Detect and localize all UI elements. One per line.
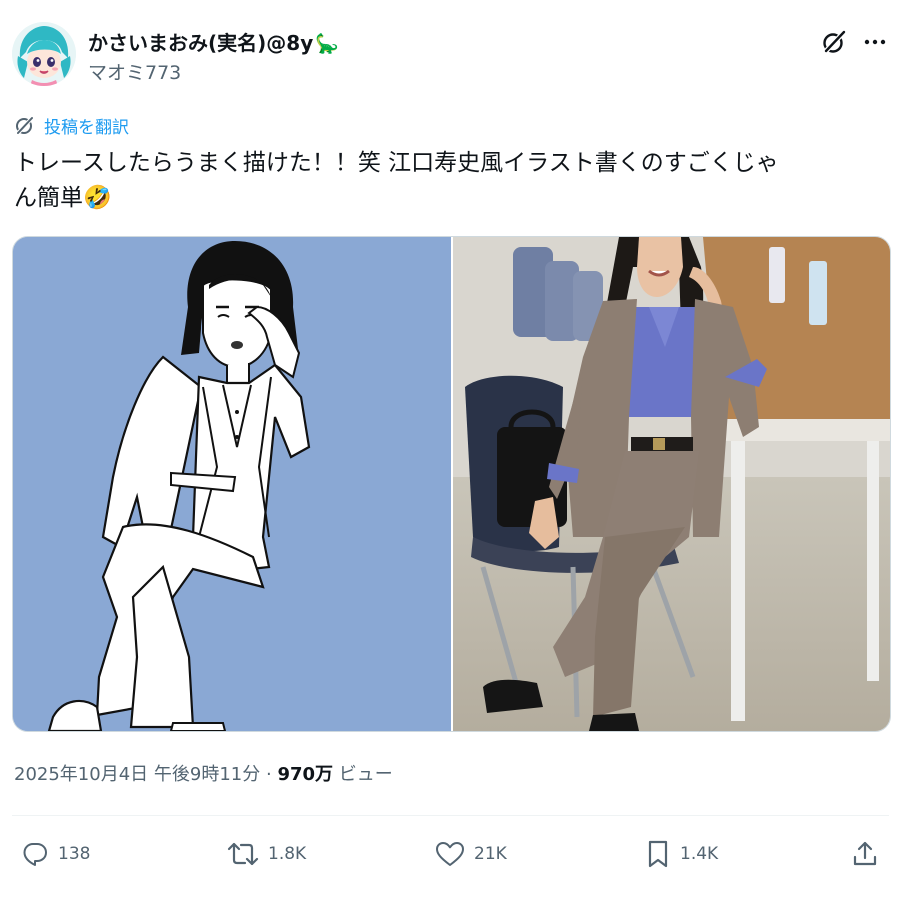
tweet-header: かさいまおみ(実名)@8y 🦕 マオミ773	[12, 22, 888, 88]
share-icon	[853, 841, 877, 866]
reply-button[interactable]: 138	[20, 834, 90, 874]
action-bar: 138 1.8K 21K 1.4K	[12, 834, 889, 874]
repost-button[interactable]: 1.8K	[226, 834, 306, 874]
translate-icon	[16, 116, 34, 135]
tweet-text-line-2: ん簡単	[14, 185, 83, 211]
rofl-emoji: 🤣	[83, 185, 112, 211]
like-count: 21K	[474, 844, 507, 864]
share-button[interactable]	[850, 834, 888, 874]
grok-icon[interactable]	[820, 28, 848, 56]
views-label: ビュー	[338, 764, 393, 785]
reply-icon	[23, 843, 47, 866]
display-name[interactable]: かさいまおみ(実名)@8y 🦕	[88, 27, 339, 56]
more-options-icon[interactable]	[861, 28, 889, 56]
bookmark-icon	[648, 840, 668, 868]
meta-separator: ·	[265, 764, 272, 785]
tweet-text: トレースしたらうまく描けた！！笑 江口寿史風イラスト書くのすごくじゃ ん簡単🤣	[14, 146, 888, 216]
repost-icon	[227, 842, 259, 866]
tweet-meta: 2025年10月4日 午後9時11分 · 970万 ビュー	[14, 760, 393, 786]
avatar[interactable]	[12, 22, 76, 86]
handle[interactable]: マオミ773	[88, 58, 181, 85]
divider	[12, 815, 889, 816]
translate-post-link[interactable]: 投稿を翻訳	[14, 113, 129, 138]
display-name-text: かさいまおみ(実名)@8y	[88, 31, 314, 55]
photo-image[interactable]	[453, 237, 890, 731]
heart-icon	[436, 842, 464, 866]
like-button[interactable]: 21K	[434, 834, 507, 874]
timestamp[interactable]: 2025年10月4日 午後9時11分	[14, 764, 260, 785]
bookmark-count: 1.4K	[680, 844, 719, 864]
translate-label: 投稿を翻訳	[44, 117, 129, 138]
illustration-image[interactable]	[13, 237, 451, 731]
reply-count: 138	[58, 844, 91, 864]
dinosaur-emoji: 🦕	[315, 33, 339, 55]
views-count: 970万	[277, 764, 334, 785]
repost-count: 1.8K	[268, 844, 307, 864]
media-grid	[12, 236, 891, 732]
bookmark-button[interactable]: 1.4K	[644, 834, 718, 874]
tweet-text-line-1: トレースしたらうまく描けた！！笑 江口寿史風イラスト書くのすごくじゃ	[14, 150, 779, 176]
